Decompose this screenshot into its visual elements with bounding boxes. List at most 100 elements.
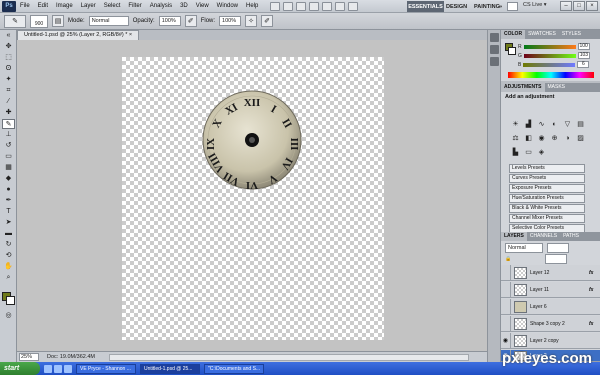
- close-button[interactable]: ×: [586, 1, 598, 11]
- tablet-opacity-icon[interactable]: ✐: [184, 15, 197, 27]
- eraser-tool-icon[interactable]: ▭: [2, 152, 15, 162]
- 3d-rotate-tool-icon[interactable]: ↻: [2, 240, 15, 250]
- type-tool-icon[interactable]: T: [2, 207, 15, 217]
- screen-mode-icon[interactable]: [348, 1, 359, 11]
- blue-slider[interactable]: [523, 62, 576, 67]
- preset-curves[interactable]: Curves Presets: [509, 174, 585, 183]
- start-button[interactable]: start: [0, 362, 40, 375]
- 3d-orbit-tool-icon[interactable]: ⟲: [2, 251, 15, 261]
- blue-value[interactable]: 6: [577, 61, 590, 68]
- history-panel-icon[interactable]: [490, 33, 499, 42]
- browser-icon[interactable]: [54, 364, 62, 373]
- opacity-input[interactable]: 100%: [158, 16, 181, 26]
- mode-select[interactable]: Normal: [88, 16, 129, 26]
- hue-saturation-icon[interactable]: ▤: [576, 120, 585, 129]
- color-spectrum-bar[interactable]: [508, 72, 594, 78]
- green-slider[interactable]: [523, 53, 576, 58]
- layer-effects-icon[interactable]: fx: [589, 270, 600, 276]
- visibility-eye-icon[interactable]: [501, 315, 511, 332]
- channel-mixer-icon[interactable]: ⊕: [550, 134, 559, 143]
- menu-select[interactable]: Select: [100, 3, 125, 9]
- preset-exposure[interactable]: Exposure Presets: [509, 184, 585, 193]
- tablet-size-icon[interactable]: ✐: [261, 15, 274, 27]
- lasso-tool-icon[interactable]: ʘ: [2, 64, 15, 74]
- menu-help[interactable]: Help: [242, 3, 262, 9]
- actions-panel-icon[interactable]: [490, 45, 499, 54]
- selective-color-icon[interactable]: ◈: [537, 148, 546, 157]
- maximize-button[interactable]: □: [573, 1, 585, 11]
- red-slider[interactable]: [523, 44, 576, 49]
- brush-panel-toggle-icon[interactable]: ▤: [52, 15, 64, 27]
- menu-layer[interactable]: Layer: [77, 3, 100, 9]
- blend-mode-select[interactable]: Normal: [505, 243, 543, 253]
- layer-name[interactable]: Layer 12: [530, 270, 589, 276]
- menu-image[interactable]: Image: [52, 3, 77, 9]
- black-white-icon[interactable]: ◧: [524, 134, 533, 143]
- menu-filter[interactable]: Filter: [124, 3, 145, 9]
- layer-name[interactable]: Layer 11: [530, 287, 589, 293]
- shape-tool-icon[interactable]: ▬: [2, 229, 15, 239]
- invert-icon[interactable]: ◑: [563, 134, 572, 143]
- hand-tool-icon[interactable]: [322, 1, 333, 11]
- mini-bridge-icon[interactable]: [283, 1, 294, 11]
- hand-tool-icon[interactable]: ✋: [2, 262, 15, 272]
- horizontal-scrollbar[interactable]: [109, 353, 469, 361]
- vibrance-icon[interactable]: ▽: [563, 120, 572, 129]
- document-tab[interactable]: Untitled-1.psd @ 25% (Layer 2, RGB/8#) *…: [17, 30, 140, 40]
- workspace-design[interactable]: DESIGN: [446, 1, 467, 12]
- clone-stamp-tool-icon[interactable]: ⊥: [2, 130, 15, 140]
- curves-icon[interactable]: ∿: [537, 120, 546, 129]
- marquee-tool-icon[interactable]: ⬚: [2, 53, 15, 63]
- layer-name[interactable]: Layer 2 copy: [530, 338, 589, 344]
- workspace-essentials[interactable]: ESSENTIALS: [407, 1, 444, 12]
- tab-masks[interactable]: MASKS: [545, 83, 569, 92]
- visibility-eye-icon[interactable]: [501, 264, 511, 281]
- desktop-icon[interactable]: [44, 364, 52, 373]
- color-balance-icon[interactable]: ⚖: [511, 134, 520, 143]
- photo-filter-icon[interactable]: ◉: [537, 134, 546, 143]
- menu-3d[interactable]: 3D: [176, 3, 192, 9]
- healing-brush-tool-icon[interactable]: ✚: [2, 108, 15, 118]
- background-color-swatch[interactable]: [6, 296, 15, 305]
- minimize-button[interactable]: –: [560, 1, 572, 11]
- brush-preset-picker[interactable]: 900: [30, 14, 48, 28]
- search-input[interactable]: [507, 2, 518, 11]
- threshold-icon[interactable]: ▙: [511, 148, 520, 157]
- bridge-icon[interactable]: [270, 1, 281, 11]
- document-canvas[interactable]: XII I II III IV V VI VII VIII IX X XI: [122, 57, 384, 340]
- brush-tool-icon[interactable]: ✎: [2, 119, 15, 129]
- document-size-info[interactable]: Doc: 19.0M/362.4M: [47, 354, 95, 360]
- color-panel-background-swatch[interactable]: [508, 47, 516, 55]
- menu-analysis[interactable]: Analysis: [146, 3, 176, 9]
- quick-selection-tool-icon[interactable]: ✦: [2, 75, 15, 85]
- crop-tool-icon[interactable]: ⌗: [2, 86, 15, 96]
- flow-input[interactable]: 100%: [219, 16, 242, 26]
- layer-name[interactable]: Layer 6: [530, 304, 589, 310]
- layer-fill-input[interactable]: [545, 254, 568, 264]
- layer-row[interactable]: Layer 12 fx: [501, 264, 600, 281]
- eyedropper-tool-icon[interactable]: ⁄: [2, 97, 15, 107]
- move-tool-icon[interactable]: ✥: [2, 42, 15, 52]
- visibility-eye-icon[interactable]: [501, 298, 511, 315]
- taskbar-item-browser[interactable]: VE Pryce - Shannon ...: [76, 363, 136, 374]
- path-selection-tool-icon[interactable]: ➤: [2, 218, 15, 228]
- layer-effects-icon[interactable]: fx: [589, 287, 600, 293]
- tool-preset-picker[interactable]: ✎: [4, 14, 26, 28]
- workspace-painting[interactable]: PAINTING: [474, 1, 500, 12]
- zoom-level-icon[interactable]: [309, 1, 320, 11]
- layer-name[interactable]: Shape 3 copy 2: [530, 321, 589, 327]
- zoom-level-input[interactable]: 25%: [19, 353, 39, 361]
- taskbar-item-photoshop[interactable]: Untitled-1.psd @ 25...: [140, 363, 200, 374]
- cs-live-menu[interactable]: CS Live ▾: [523, 2, 547, 8]
- tab-channels[interactable]: CHANNELS: [527, 232, 560, 241]
- layer-row[interactable]: Layer 6: [501, 298, 600, 315]
- quick-mask-icon[interactable]: ◎: [2, 311, 15, 321]
- red-value[interactable]: 100: [577, 43, 590, 50]
- zoom-tool-icon[interactable]: ⌕: [2, 273, 15, 283]
- menu-view[interactable]: View: [192, 3, 213, 9]
- lock-icon[interactable]: 🔒: [505, 256, 511, 262]
- tab-color[interactable]: COLOR: [501, 30, 526, 39]
- pen-tool-icon[interactable]: ✒: [2, 196, 15, 206]
- layer-effects-icon[interactable]: fx: [589, 321, 600, 327]
- brightness-contrast-icon[interactable]: ☀: [511, 120, 520, 129]
